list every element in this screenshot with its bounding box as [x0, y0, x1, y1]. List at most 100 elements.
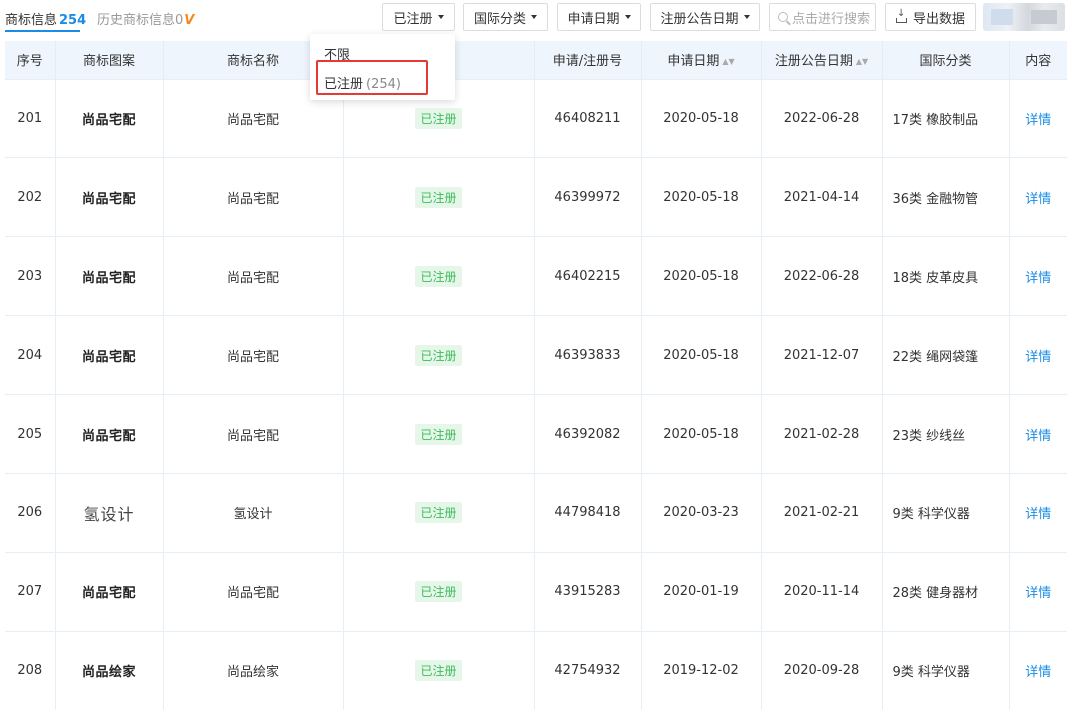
publication-date-cell: 2021-02-28 — [761, 394, 883, 474]
apply-date: 2020-03-23 — [663, 505, 739, 521]
table-row: 207 尚品宅配 尚品宅配 已注册 43915283 2020-01-19 2020-11-… — [5, 551, 1067, 632]
search-placeholder: 点击进行搜索 — [792, 11, 871, 27]
table-row: 203 尚品宅配 尚品宅配 已注册 46402215 2020-05-18 2022-06-… — [5, 236, 1067, 316]
apply-date-cell: 2020-05-18 — [641, 394, 762, 474]
status-badge: 已注册 — [415, 107, 462, 129]
sort-icon: ▲▼ — [855, 57, 869, 67]
detail-link[interactable]: 详情 — [1025, 113, 1051, 128]
international-class: 23类 纱线丝 — [892, 428, 966, 444]
tab-history-label: 历史商标信息0 — [97, 13, 184, 28]
table-row: 208 尚品绘家 尚品绘家 已注册 42754932 2019-12-02 2020-09-… — [5, 630, 1067, 711]
publication-date: 2022-06-28 — [783, 110, 860, 126]
publication-date-cell: 2020-09-28 — [761, 630, 883, 711]
row-index: 204 — [17, 347, 43, 363]
detail-link[interactable]: 详情 — [1025, 429, 1051, 444]
col-header-class: 国际分类 — [882, 41, 1010, 79]
registration-number-cell: 44798418 — [534, 472, 642, 553]
row-index-cell: 203 — [5, 236, 56, 316]
international-class: 28类 健身器材 — [892, 586, 979, 602]
detail-link-cell: 详情 — [1009, 315, 1067, 395]
trademark-logo-cell: 尚品宅配 — [55, 551, 164, 632]
status-badge-cell: 已注册 — [343, 630, 535, 711]
pub-date-filter-button[interactable]: 注册公告日期 — [650, 3, 760, 31]
trademark-logo-cell: 尚品宅配 — [55, 157, 164, 237]
chevron-down-icon — [624, 15, 631, 19]
international-class: 36类 金融物管 — [892, 191, 979, 207]
search-input[interactable]: 点击进行搜索 — [769, 3, 876, 31]
apply-date: 2020-05-18 — [663, 189, 739, 205]
pub-date-filter-label: 注册公告日期 — [660, 11, 739, 27]
detail-link[interactable]: 详情 — [1025, 192, 1051, 207]
publication-date: 2021-12-07 — [783, 347, 860, 363]
table-row: 205 尚品宅配 尚品宅配 已注册 46392082 2020-05-18 2021-02-… — [5, 394, 1067, 474]
publication-date-cell: 2021-02-21 — [761, 472, 883, 553]
row-index-cell: 207 — [5, 551, 56, 632]
detail-link[interactable]: 详情 — [1025, 350, 1051, 365]
tab-trademark-info[interactable]: 商标信息 254 — [5, 9, 86, 28]
apply-date: 2020-05-18 — [663, 426, 739, 442]
trademark-name: 尚品宅配 — [226, 191, 279, 207]
trademark-name-cell: 尚品绘家 — [163, 630, 344, 711]
trademark-logo-cell: 尚品宅配 — [55, 236, 164, 316]
status-badge-cell: 已注册 — [343, 394, 535, 474]
status-badge-cell: 已注册 — [343, 236, 535, 316]
registration-number: 46392082 — [554, 426, 621, 442]
apply-date-cell: 2020-01-19 — [641, 551, 762, 632]
trademark-logo: 尚品绘家 — [81, 665, 136, 681]
international-class-cell: 18类 皮革皮具 — [882, 236, 1010, 316]
row-index-cell: 202 — [5, 157, 56, 237]
col-header-pub-date[interactable]: 注册公告日期 ▲▼ — [761, 41, 883, 79]
international-class-cell: 23类 纱线丝 — [882, 394, 1010, 474]
top-bar: 商标信息 254 历史商标信息0V 已注册 国际分类 申请日期 注册公告日期 点击… — [0, 0, 1080, 38]
search-icon — [778, 12, 788, 22]
selection-highlight-box — [316, 60, 428, 95]
trademark-name-cell: 尚品宅配 — [163, 551, 344, 632]
row-index: 205 — [17, 426, 43, 442]
trademark-logo-cell: 尚品宅配 — [55, 315, 164, 395]
row-index-cell: 204 — [5, 315, 56, 395]
detail-link[interactable]: 详情 — [1025, 586, 1051, 601]
class-filter-button[interactable]: 国际分类 — [463, 3, 548, 31]
detail-link[interactable]: 详情 — [1025, 507, 1051, 522]
chevron-down-icon — [437, 15, 444, 19]
apply-date-filter-button[interactable]: 申请日期 — [557, 3, 641, 31]
row-index-cell: 206 — [5, 472, 56, 553]
status-badge: 已注册 — [415, 423, 462, 445]
table-row: 206 氢设计 氢设计 已注册 44798418 2020-03-23 2021-02-21… — [5, 472, 1067, 553]
row-index: 208 — [17, 663, 43, 679]
tab-history-trademark[interactable]: 历史商标信息0V — [97, 9, 194, 28]
trademark-name: 尚品宅配 — [226, 270, 279, 286]
trademark-name-cell: 尚品宅配 — [163, 394, 344, 474]
status-badge-cell: 已注册 — [343, 157, 535, 237]
status-filter-button[interactable]: 已注册 — [382, 3, 455, 31]
registration-number-cell: 46402215 — [534, 236, 642, 316]
registration-number-cell: 46392082 — [534, 394, 642, 474]
class-filter-label: 国际分类 — [473, 11, 526, 27]
col-header-pub-date-label: 注册公告日期 — [774, 54, 853, 70]
international-class: 22类 绳网袋篷 — [892, 349, 979, 365]
detail-link[interactable]: 详情 — [1025, 271, 1051, 286]
avatar[interactable] — [983, 3, 1065, 31]
trademark-logo: 氢设计 — [83, 504, 135, 524]
trademark-table: 序号 商标图案 商标名称 态 申请/注册号 申请日期▲▼ 注册公告日期▲▼ 国际… — [5, 41, 1067, 711]
row-index-cell: 201 — [5, 78, 56, 158]
status-badge-cell: 已注册 — [343, 551, 535, 632]
trademark-name: 尚品宅配 — [226, 112, 279, 128]
apply-date-filter-label: 申请日期 — [567, 11, 620, 27]
status-badge-cell: 已注册 — [343, 315, 535, 395]
international-class: 17类 橡胶制品 — [892, 112, 979, 128]
tab-trademark-info-label: 商标信息 — [5, 13, 58, 28]
table-header-row: 序号 商标图案 商标名称 态 申请/注册号 申请日期▲▼ 注册公告日期▲▼ 国际… — [5, 41, 1067, 79]
col-header-apply-date-label: 申请日期 — [667, 54, 720, 70]
registration-number-cell: 42754932 — [534, 630, 642, 711]
trademark-logo: 尚品宅配 — [81, 270, 136, 286]
apply-date: 2020-05-18 — [663, 347, 739, 363]
registration-number-cell: 46399972 — [534, 157, 642, 237]
col-header-apply-date[interactable]: 申请日期 ▲▼ — [641, 41, 762, 79]
apply-date: 2020-05-18 — [663, 268, 739, 284]
detail-link[interactable]: 详情 — [1025, 665, 1051, 680]
registration-number: 46408211 — [554, 110, 621, 126]
apply-date: 2019-12-02 — [663, 663, 739, 679]
export-button[interactable]: 导出数据 — [885, 3, 976, 31]
trademark-logo-cell: 尚品宅配 — [55, 78, 164, 158]
